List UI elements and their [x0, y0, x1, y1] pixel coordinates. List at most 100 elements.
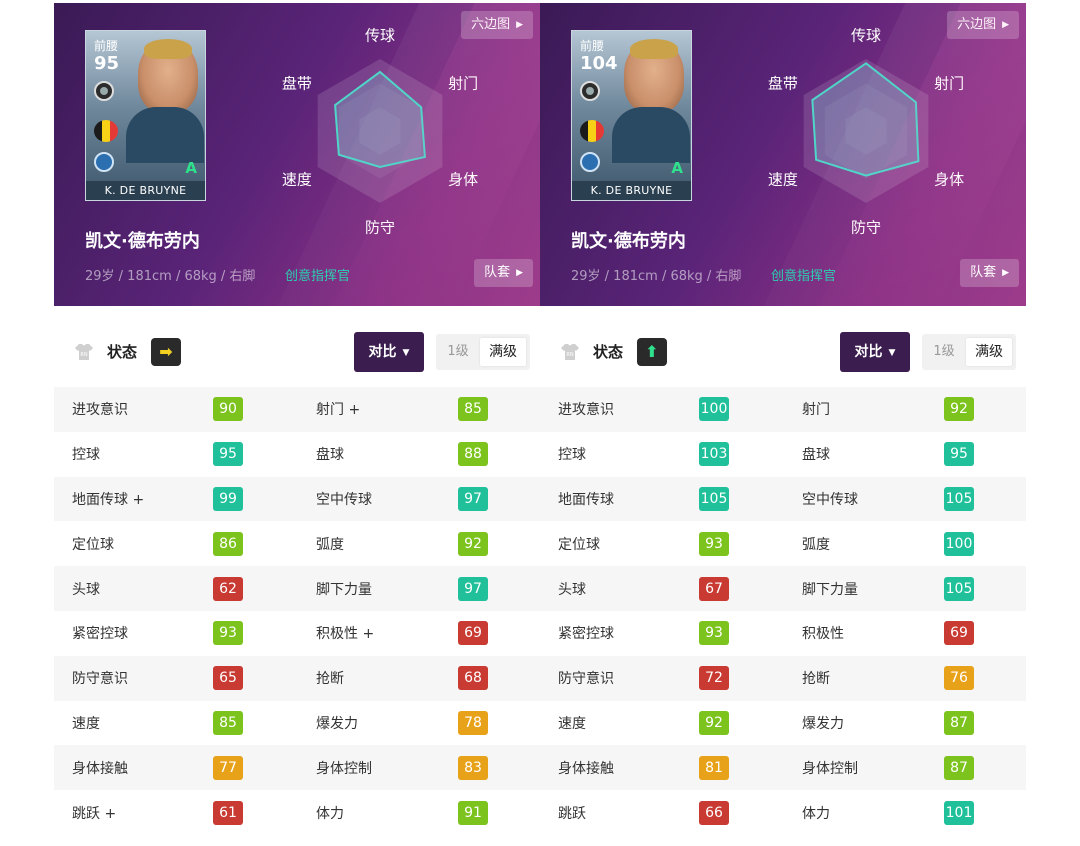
compare-button[interactable]: 对比 ▼: [840, 332, 910, 372]
radar-label: 盘带: [281, 74, 312, 93]
stat-value-right: 95: [944, 442, 974, 467]
player-name: 凯文·德布劳内: [571, 231, 686, 252]
level-1-option[interactable]: 1级: [922, 334, 966, 370]
card-grade: A: [671, 159, 683, 177]
radar-label: 射门: [448, 74, 479, 93]
card-grade: A: [185, 159, 197, 177]
stat-value-right: 85: [458, 397, 488, 422]
stat-value-left: 67: [699, 576, 729, 601]
playing-style-link[interactable]: 创意指挥官: [771, 265, 836, 284]
caret-right-icon: ▶: [516, 20, 523, 30]
stat-name-right: 射门 +: [316, 402, 361, 419]
hexagon-radar-chart: 传球 射门 身体 防守 速度 盘带: [756, 23, 976, 237]
stat-value-right: 105: [944, 576, 974, 601]
stat-name-left: 控球: [558, 447, 586, 464]
stat-value-left: 105: [699, 486, 729, 511]
stat-value-left: 93: [699, 621, 729, 646]
stat-value-left: 86: [213, 531, 243, 556]
team-kit-button[interactable]: 队套 ▶: [474, 259, 533, 287]
stat-row: 紧密控球 93 积极性 69: [540, 610, 1026, 656]
stat-name-right: 脚下力量: [316, 581, 372, 598]
player-shirt: [126, 107, 204, 163]
stat-value-right: 87: [944, 710, 974, 735]
stat-value-left: 93: [213, 621, 243, 646]
stat-name-left: 身体接触: [558, 760, 614, 777]
stat-value-left: 92: [699, 710, 729, 735]
stat-value-left: 81: [699, 755, 729, 780]
caret-right-icon: ▶: [516, 268, 523, 278]
player-face: [624, 39, 684, 113]
stat-name-right: 体力: [802, 805, 830, 822]
hexagon-chart-label: 六边图: [471, 17, 511, 32]
card-player-name: K. DE BRUYNE: [572, 181, 691, 200]
stat-value-right: 92: [458, 531, 488, 556]
condition-arrow-icon: ➡: [151, 338, 181, 366]
stat-value-right: 69: [944, 621, 974, 646]
player-card[interactable]: 前腰 104 A K. DE BRUYNE: [571, 30, 692, 201]
stat-value-right: 69: [458, 621, 488, 646]
level-1-option[interactable]: 1级: [436, 334, 480, 370]
stat-row: 控球 103 盘球 95: [540, 431, 1026, 477]
stat-name-left: 速度: [72, 715, 100, 732]
compare-button[interactable]: 对比 ▼: [354, 332, 424, 372]
shirt-icon: RN: [75, 344, 93, 360]
club-badge-icon: [94, 152, 114, 172]
level-max-option[interactable]: 满级: [966, 338, 1012, 366]
stats-table: 进攻意识 100 射门 92 控球 103 盘球 95 地面传球 105 空中传球 105 定位球 93 弧…: [540, 387, 1026, 835]
player-shirt: [612, 107, 690, 163]
stat-row: 定位球 86 弧度 92: [54, 521, 540, 567]
stat-name-left: 控球: [72, 447, 100, 464]
stat-value-right: 91: [458, 800, 488, 825]
stat-value-left: 99: [213, 486, 243, 511]
stat-value-left: 61: [213, 800, 243, 825]
stat-value-right: 78: [458, 710, 488, 735]
stat-value-left: 72: [699, 666, 729, 691]
stat-name-left: 头球: [72, 581, 100, 598]
stat-name-right: 抢断: [316, 671, 344, 688]
hexagon-chart-label: 六边图: [957, 17, 997, 32]
stat-name-left: 紧密控球: [558, 626, 614, 643]
status-label: 状态: [107, 343, 138, 361]
stat-value-right: 87: [944, 755, 974, 780]
hexagon-chart-button[interactable]: 六边图 ▶: [461, 11, 533, 39]
stat-value-right: 83: [458, 755, 488, 780]
stat-name-right: 脚下力量: [802, 581, 858, 598]
team-kit-label: 队套: [484, 265, 511, 280]
stat-value-left: 93: [699, 531, 729, 556]
player-info: 29岁 / 181cm / 68kg / 右脚: [571, 269, 742, 284]
stat-row: 地面传球 105 空中传球 105: [540, 476, 1026, 522]
hexagon-chart-button[interactable]: 六边图 ▶: [947, 11, 1019, 39]
stat-name-left: 定位球: [558, 536, 600, 553]
stat-name-left: 地面传球 +: [72, 491, 145, 508]
club-badge-icon: [580, 152, 600, 172]
stat-name-right: 爆发力: [802, 715, 844, 732]
stat-value-left: 77: [213, 755, 243, 780]
stat-row: 速度 92 爆发力 87: [540, 700, 1026, 746]
level-max-option[interactable]: 满级: [480, 338, 526, 366]
stat-row: 防守意识 72 抢断 76: [540, 655, 1026, 701]
stats-table: 进攻意识 90 射门 + 85 控球 95 盘球 88 地面传球 + 99 空中传球 97 定位球 86 弧…: [54, 387, 540, 835]
stat-row: 身体接触 81 身体控制 87: [540, 745, 1026, 791]
radar-label: 身体: [934, 170, 965, 189]
stat-name-right: 空中传球: [316, 491, 372, 508]
stat-name-right: 射门: [802, 402, 830, 419]
radar-label: 射门: [934, 74, 965, 93]
stat-value-left: 90: [213, 397, 243, 422]
stat-value-left: 100: [699, 397, 729, 422]
stat-name-right: 弧度: [316, 536, 344, 553]
stat-name-right: 积极性: [802, 626, 844, 643]
radar-label: 传球: [850, 26, 882, 45]
stat-name-left: 定位球: [72, 536, 114, 553]
stat-row: 定位球 93 弧度 100: [540, 521, 1026, 567]
stat-name-left: 跳跃: [558, 805, 586, 822]
stat-row: 进攻意识 90 射门 + 85: [54, 387, 540, 432]
team-kit-button[interactable]: 队套 ▶: [960, 259, 1019, 287]
radar-label: 传球: [364, 26, 396, 45]
player-card[interactable]: 前腰 95 A K. DE BRUYNE: [85, 30, 206, 201]
belgium-flag-icon: [94, 120, 118, 142]
stat-value-left: 62: [213, 576, 243, 601]
radar-label: 速度: [281, 170, 312, 189]
playing-style-link[interactable]: 创意指挥官: [285, 265, 350, 284]
stat-name-left: 身体接触: [72, 760, 128, 777]
stat-name-left: 速度: [558, 715, 586, 732]
